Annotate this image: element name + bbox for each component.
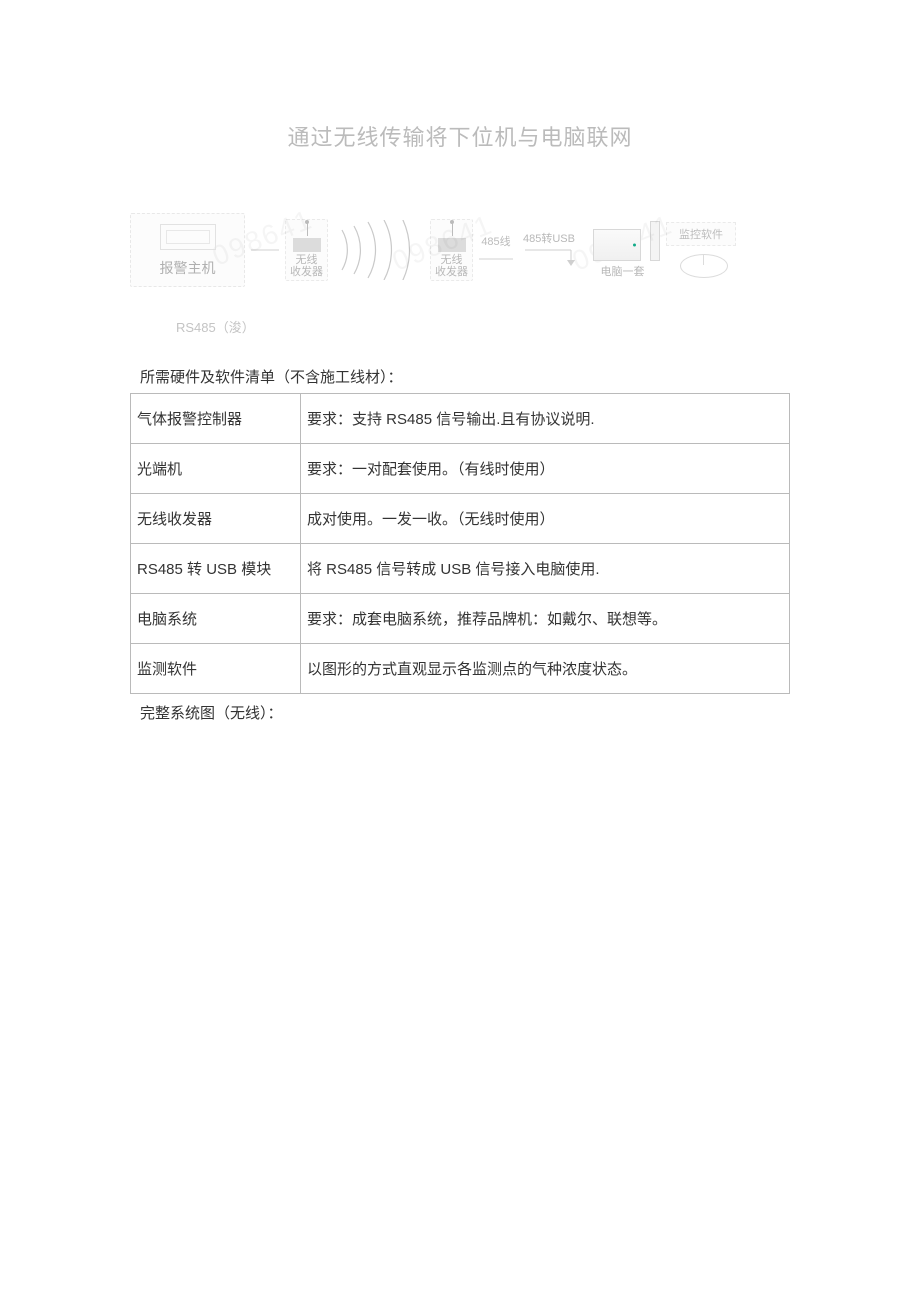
- alarm-host-label: 报警主机: [131, 258, 244, 278]
- rs485-footnote: RS485（浚）: [176, 317, 790, 336]
- item-desc: 将 RS485 信号转成 USB 信号接入电脑使用.: [301, 544, 790, 594]
- table-row: 光端机 要求：一对配套使用。（有线时使用）: [131, 444, 790, 494]
- table-row: 气体报警控制器 要求：支持 RS485 信号输出.且有协议说明.: [131, 394, 790, 444]
- alarm-host-block: 报警主机: [130, 213, 245, 287]
- table-row: 电脑系统 要求：成套电脑系统，推荐品牌机：如戴尔、联想等。: [131, 594, 790, 644]
- software-label: 监控软件: [666, 222, 736, 246]
- radio-label-2b: 收发器: [435, 266, 468, 278]
- wireless-transceiver-rx: 无线 收发器: [430, 219, 473, 281]
- item-name: 电脑系统: [131, 594, 301, 644]
- item-desc: 以图形的方式直观显示各监测点的气种浓度状态。: [301, 644, 790, 694]
- rs485-usb-converter: 485转USB: [519, 230, 579, 270]
- full-system-diagram-heading: 完整系统图（无线）：: [140, 702, 790, 723]
- wire-icon: [479, 256, 513, 262]
- wire-icon: [251, 246, 279, 254]
- table-row: 无线收发器 成对使用。一发一收。（无线时使用）: [131, 494, 790, 544]
- item-desc: 要求：一对配套使用。（有线时使用）: [301, 444, 790, 494]
- item-name: 监测软件: [131, 644, 301, 694]
- page-title: 通过无线传输将下位机与电脑联网: [130, 120, 790, 152]
- arrow-down-icon: [519, 248, 579, 266]
- antenna-icon: [441, 222, 463, 244]
- item-name: 气体报警控制器: [131, 394, 301, 444]
- table-row: 监测软件 以图形的方式直观显示各监测点的气种浓度状态。: [131, 644, 790, 694]
- item-name: RS485 转 USB 模块: [131, 544, 301, 594]
- radio-label-1b: 收发器: [290, 266, 323, 278]
- software-block: 监控软件: [666, 222, 741, 278]
- wireless-transceiver-tx: 无线 收发器: [285, 219, 328, 281]
- monitor-icon: [593, 229, 641, 261]
- item-desc: 要求：支持 RS485 信号输出.且有协议说明.: [301, 394, 790, 444]
- bus-485-label: 485线: [479, 233, 513, 249]
- alarm-host-screen-icon: [160, 224, 216, 250]
- computer-block: 电脑一套: [585, 221, 660, 279]
- pc-tower-icon: [650, 221, 660, 261]
- item-desc: 要求：成套电脑系统，推荐品牌机：如戴尔、联想等。: [301, 594, 790, 644]
- mouse-icon: [680, 254, 728, 278]
- hardware-list-heading: 所需硬件及软件清单（不含施工线材）：: [140, 366, 790, 387]
- antenna-icon: [296, 222, 318, 244]
- radio-label-1a: 无线: [290, 254, 323, 266]
- radio-waves-icon: [334, 220, 424, 280]
- pc-label: 电脑一套: [585, 263, 660, 279]
- item-desc: 成对使用。一发一收。（无线时使用）: [301, 494, 790, 544]
- wireless-diagram: 098641 098641 098641 报警主机 无线 收发器: [130, 192, 790, 336]
- hardware-software-table: 气体报警控制器 要求：支持 RS485 信号输出.且有协议说明. 光端机 要求：…: [130, 393, 790, 694]
- item-name: 无线收发器: [131, 494, 301, 544]
- table-row: RS485 转 USB 模块 将 RS485 信号转成 USB 信号接入电脑使用…: [131, 544, 790, 594]
- converter-label: 485转USB: [519, 230, 579, 246]
- radio-label-2a: 无线: [435, 254, 468, 266]
- item-name: 光端机: [131, 444, 301, 494]
